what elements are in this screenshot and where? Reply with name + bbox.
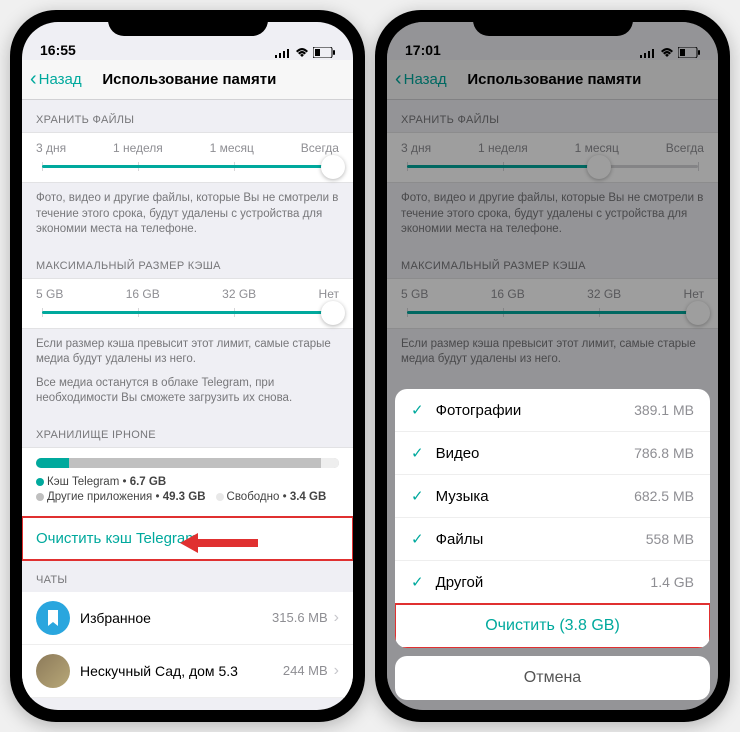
legend-cache-value: 6.7 GB bbox=[130, 476, 166, 488]
keep-note: Фото, видео и другие файлы, которые Вы н… bbox=[22, 183, 353, 246]
section-iphone-storage: ХРАНИЛИЩЕ IPHONE bbox=[22, 415, 353, 447]
max-cache-slider[interactable] bbox=[42, 311, 333, 314]
action-sheet: ✓ Фотографии 389.1 MB ✓ Видео 786.8 MB ✓… bbox=[395, 389, 710, 706]
signal-icon bbox=[275, 48, 291, 58]
sheet-row-video[interactable]: ✓ Видео 786.8 MB bbox=[395, 432, 710, 475]
chevron-right-icon: › bbox=[334, 662, 339, 680]
page-title: Использование памяти bbox=[34, 71, 345, 88]
checkmark-icon: ✓ bbox=[411, 401, 424, 419]
keep-opt-1: 1 неделя bbox=[113, 141, 163, 155]
section-chats: ЧАТЫ bbox=[22, 560, 353, 592]
status-time: 16:55 bbox=[40, 42, 76, 58]
section-max-cache: МАКСИМАЛЬНЫЙ РАЗМЕР КЭША bbox=[22, 246, 353, 278]
legend-free-label: Свободно bbox=[227, 491, 280, 503]
checkmark-icon: ✓ bbox=[411, 573, 424, 591]
group-avatar-icon bbox=[36, 654, 70, 688]
cache-opt-0: 5 GB bbox=[36, 287, 63, 301]
wifi-icon bbox=[295, 48, 309, 58]
chat-row-group[interactable]: Нескучный Сад, дом 5.3 244 MB › bbox=[22, 645, 353, 698]
legend-other-value: 49.3 GB bbox=[163, 491, 206, 503]
nav-header: ‹ Назад Использование памяти bbox=[22, 60, 353, 100]
keep-opt-2: 1 месяц bbox=[210, 141, 254, 155]
checkmark-icon: ✓ bbox=[411, 487, 424, 505]
section-keep-files: ХРАНИТЬ ФАЙЛЫ bbox=[22, 100, 353, 132]
notch bbox=[108, 10, 268, 36]
sheet-clear-button[interactable]: Очистить (3.8 GB) bbox=[395, 604, 710, 648]
checkmark-icon: ✓ bbox=[411, 530, 424, 548]
sheet-row-files[interactable]: ✓ Файлы 558 MB bbox=[395, 518, 710, 561]
sheet-row-music[interactable]: ✓ Музыка 682.5 MB bbox=[395, 475, 710, 518]
cache-opt-3: Нет bbox=[319, 287, 339, 301]
cache-opt-2: 32 GB bbox=[222, 287, 256, 301]
bookmark-icon bbox=[36, 601, 70, 635]
legend-cache-label: Кэш Telegram bbox=[47, 476, 119, 488]
annotation-arrow bbox=[180, 531, 260, 555]
cache-note-2: Все медиа останутся в облаке Telegram, п… bbox=[22, 376, 353, 415]
battery-icon bbox=[313, 47, 335, 58]
phone-left: 16:55 ‹ Назад Использование памяти ХРАНИ… bbox=[10, 10, 365, 722]
keep-files-slider[interactable] bbox=[42, 165, 333, 168]
legend-other-label: Другие приложения bbox=[47, 491, 152, 503]
chat-row-saved[interactable]: Избранное 315.6 MB › bbox=[22, 592, 353, 645]
keep-opt-3: Всегда bbox=[301, 141, 339, 155]
notch bbox=[473, 10, 633, 36]
cache-note-1: Если размер кэша превысит этот лимит, са… bbox=[22, 329, 353, 376]
phone-right: 17:01 ‹ Назад Использование памяти ХРАНИ… bbox=[375, 10, 730, 722]
chevron-right-icon: › bbox=[334, 609, 339, 627]
keep-opt-0: 3 дня bbox=[36, 141, 66, 155]
checkmark-icon: ✓ bbox=[411, 444, 424, 462]
storage-bar bbox=[36, 458, 339, 468]
sheet-cancel-button[interactable]: Отмена bbox=[395, 656, 710, 700]
legend-free-value: 3.4 GB bbox=[290, 491, 326, 503]
sheet-row-photos[interactable]: ✓ Фотографии 389.1 MB bbox=[395, 389, 710, 432]
sheet-row-other[interactable]: ✓ Другой 1.4 GB bbox=[395, 561, 710, 604]
cache-opt-1: 16 GB bbox=[126, 287, 160, 301]
